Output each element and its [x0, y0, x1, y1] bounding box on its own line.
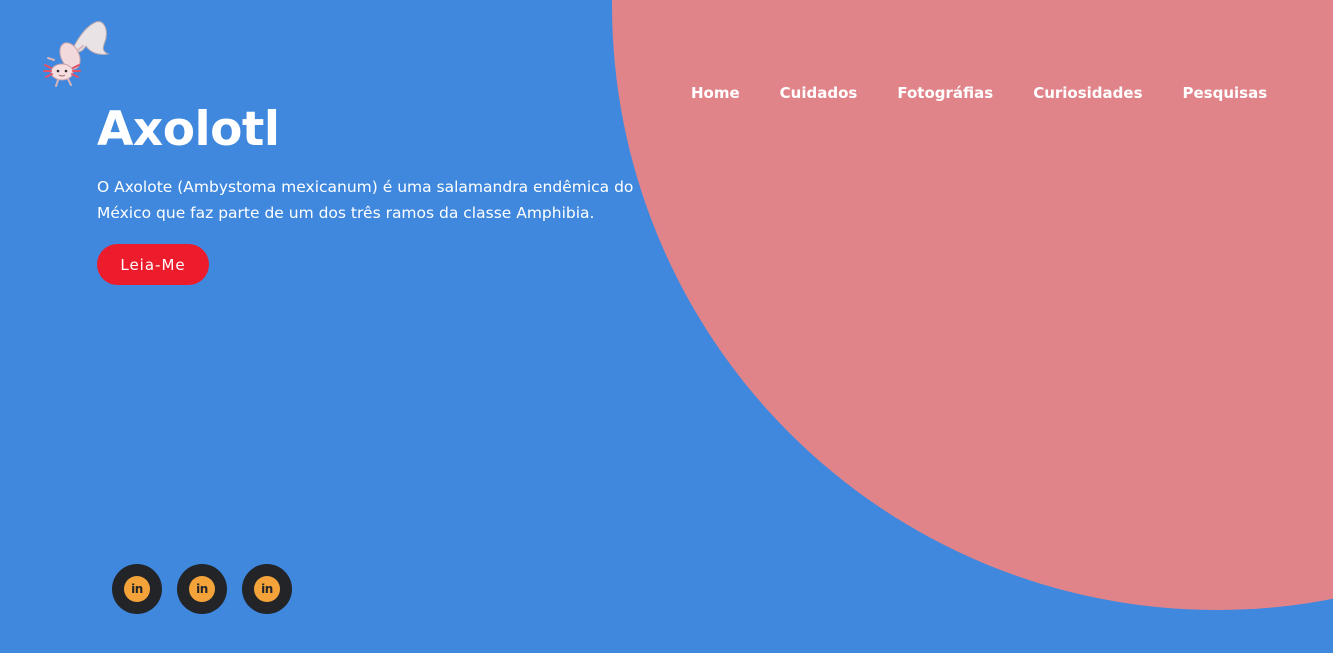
- linkedin-icon: in: [124, 576, 150, 602]
- page: Home Cuidados Fotográfias Curiosidades P…: [0, 0, 1333, 653]
- social-links: in in in: [112, 564, 292, 614]
- linkedin-link-1[interactable]: in: [112, 564, 162, 614]
- nav-cuidados-link[interactable]: Cuidados: [780, 84, 858, 102]
- axolotl-logo-svg: [43, 21, 110, 87]
- nav-pesquisas-link[interactable]: Pesquisas: [1183, 84, 1268, 102]
- linkedin-icon: in: [189, 576, 215, 602]
- nav-home-link[interactable]: Home: [691, 84, 740, 102]
- nav-fotografias-link[interactable]: Fotográfias: [897, 84, 993, 102]
- nav-curiosidades-link[interactable]: Curiosidades: [1033, 84, 1142, 102]
- main-nav: Home Cuidados Fotográfias Curiosidades P…: [691, 84, 1267, 102]
- linkedin-link-3[interactable]: in: [242, 564, 292, 614]
- linkedin-link-2[interactable]: in: [177, 564, 227, 614]
- axolotl-logo-icon[interactable]: [38, 16, 112, 90]
- hero-description: O Axolote (Ambystoma mexicanum) é uma sa…: [97, 178, 634, 222]
- linkedin-icon: in: [254, 576, 280, 602]
- hero-title: Axolotl: [97, 102, 280, 157]
- read-me-button[interactable]: Leia-Me: [97, 244, 209, 285]
